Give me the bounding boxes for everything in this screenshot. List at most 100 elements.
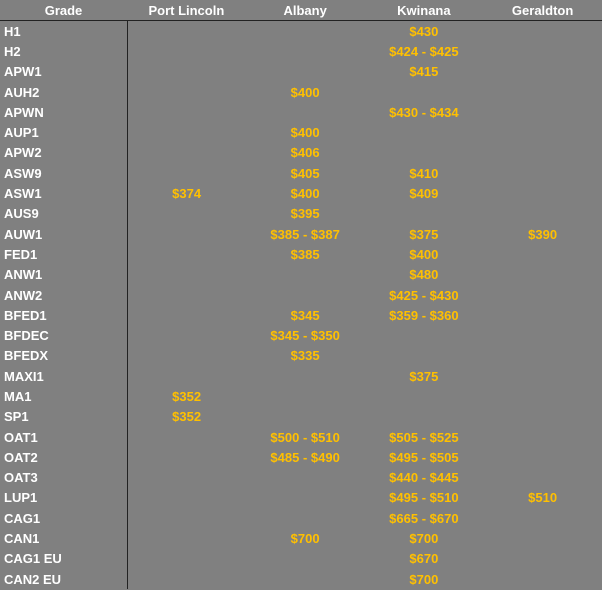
cell-port-lincoln (127, 163, 246, 183)
table-row: BFDEC $345 - $350 (0, 325, 602, 346)
cell-kwinana: $400 (409, 246, 439, 262)
cell-albany (246, 549, 365, 569)
cell-grade: MAXI1 (0, 366, 128, 387)
cell-grade: APWN (0, 102, 128, 123)
cell-grade: BFDEC (0, 325, 128, 346)
table-row: OAT3 $440 - $445 (0, 467, 602, 488)
cell-grade: AUW1 (0, 223, 128, 245)
cell-kwinana: $375 (409, 226, 439, 242)
cell-geraldton (483, 163, 602, 183)
cell-albany: $700 (290, 531, 320, 547)
table-row: CAN2 EU $700 (0, 569, 602, 590)
cell-albany (246, 265, 365, 285)
cell-albany (246, 407, 365, 427)
cell-kwinana (365, 82, 484, 102)
header-row: Grade Port Lincoln Albany Kwinana Gerald… (0, 0, 602, 21)
cell-geraldton (483, 122, 602, 142)
cell-grade: AUP1 (0, 122, 128, 143)
cell-geraldton (483, 305, 602, 325)
cell-grade: APW1 (0, 61, 128, 82)
cell-geraldton (483, 508, 602, 528)
cell-port-lincoln (127, 41, 246, 61)
cell-kwinana: $430 (409, 23, 439, 39)
cell-geraldton: $510 (528, 490, 558, 506)
cell-kwinana: $495 - $510 (389, 490, 459, 506)
cell-albany (246, 468, 365, 488)
cell-kwinana: $425 - $430 (389, 287, 459, 303)
cell-port-lincoln (127, 102, 246, 122)
cell-albany: $485 - $490 (270, 449, 340, 465)
cell-albany (246, 41, 365, 61)
table-row: CAG1 EU $670 (0, 548, 602, 570)
cell-albany (246, 488, 365, 508)
cell-albany: $400 (290, 125, 320, 141)
cell-port-lincoln (127, 224, 246, 244)
cell-port-lincoln: $374 (172, 186, 202, 202)
cell-port-lincoln (127, 143, 246, 163)
cell-geraldton (483, 41, 602, 61)
cell-port-lincoln (127, 488, 246, 508)
cell-grade: OAT3 (0, 467, 128, 488)
cell-geraldton (483, 468, 602, 488)
cell-port-lincoln (127, 21, 246, 42)
table-row: MA1 $352 (0, 386, 602, 407)
cell-geraldton (483, 21, 602, 42)
cell-kwinana: $700 (409, 571, 439, 587)
cell-geraldton (483, 265, 602, 285)
table-row: ANW2 $425 - $430 (0, 284, 602, 306)
cell-port-lincoln (127, 366, 246, 386)
cell-geraldton (483, 62, 602, 82)
cell-grade: AUS9 (0, 203, 128, 224)
cell-geraldton (483, 569, 602, 589)
cell-geraldton (483, 143, 602, 163)
cell-port-lincoln (127, 122, 246, 142)
cell-kwinana (365, 204, 484, 224)
table-row: OAT2 $485 - $490 $495 - $505 (0, 447, 602, 468)
cell-kwinana: $409 (409, 186, 439, 202)
cell-grade: BFEDX (0, 345, 128, 367)
cell-kwinana: $480 (409, 267, 439, 283)
table-row: MAXI1 $375 (0, 366, 602, 387)
header-port-lincoln: Port Lincoln (127, 0, 246, 21)
cell-grade: CAG1 EU (0, 548, 128, 570)
table-row: APW2 $406 (0, 142, 602, 164)
cell-port-lincoln: $352 (172, 409, 202, 425)
cell-albany: $400 (290, 84, 320, 100)
cell-grade: MA1 (0, 386, 128, 407)
header-geraldton: Geraldton (483, 0, 602, 21)
cell-grade: APW2 (0, 142, 128, 164)
cell-geraldton (483, 204, 602, 224)
header-kwinana: Kwinana (364, 0, 484, 21)
cell-albany (246, 62, 365, 82)
cell-albany: $345 - $350 (270, 328, 340, 344)
cell-geraldton (483, 427, 602, 447)
cell-port-lincoln (127, 447, 246, 467)
cell-kwinana: $670 (409, 551, 439, 567)
cell-geraldton: $390 (528, 226, 558, 242)
cell-grade: OAT2 (0, 447, 128, 468)
cell-kwinana (365, 407, 484, 427)
cell-geraldton (483, 285, 602, 305)
cell-albany (246, 285, 365, 305)
cell-albany (246, 102, 365, 122)
cell-kwinana: $440 - $445 (389, 470, 459, 486)
cell-albany: $405 (290, 165, 320, 181)
table-row: SP1 $352 (0, 406, 602, 427)
table-row: CAN1 $700 $700 (0, 528, 602, 549)
header-grade: Grade (0, 0, 127, 21)
cell-albany: $395 (290, 206, 320, 222)
cell-port-lincoln (127, 204, 246, 224)
cell-port-lincoln (127, 325, 246, 345)
cell-grade: AUH2 (0, 81, 128, 103)
table-row: APWN $430 - $434 (0, 102, 602, 123)
cell-grade: ANW2 (0, 284, 128, 306)
cell-grade: ASW1 (0, 183, 128, 204)
cell-geraldton (483, 549, 602, 569)
table-row: AUH2 $400 (0, 81, 602, 103)
cell-geraldton (483, 183, 602, 203)
cell-kwinana (365, 386, 484, 406)
cell-port-lincoln (127, 346, 246, 366)
cell-kwinana: $700 (409, 531, 439, 547)
cell-albany (246, 21, 365, 42)
cell-port-lincoln (127, 285, 246, 305)
